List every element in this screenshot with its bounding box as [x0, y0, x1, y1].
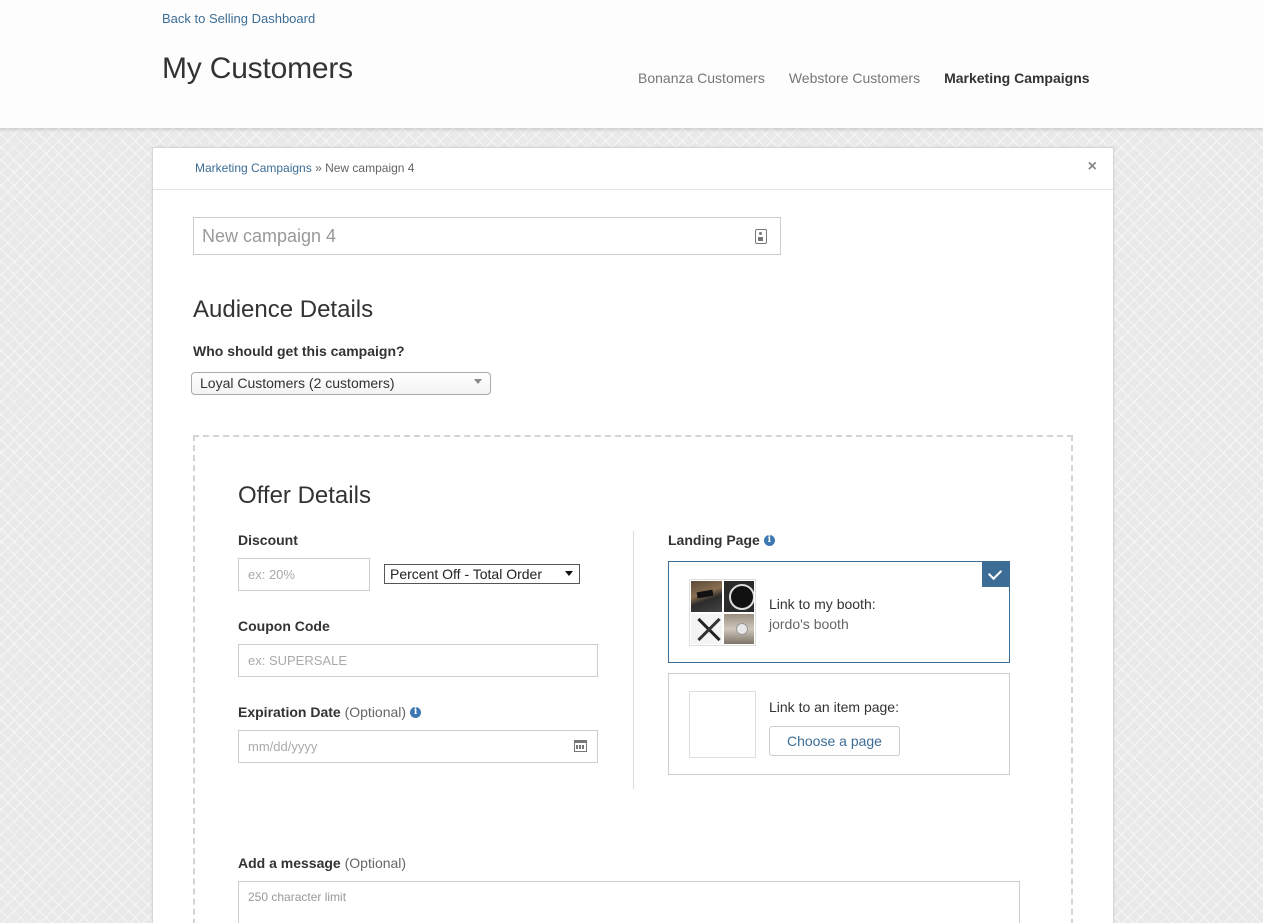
discount-placeholder: ex: 20% [248, 567, 295, 582]
contact-card-icon [755, 229, 767, 244]
back-to-dashboard-link[interactable]: Back to Selling Dashboard [162, 11, 315, 26]
audience-select[interactable]: Loyal Customers (2 customers) [191, 372, 491, 395]
audience-heading: Audience Details [193, 296, 374, 323]
coupon-code-label: Coupon Code [238, 618, 330, 634]
message-label-text: Add a message [238, 855, 341, 871]
booth-option-name: jordo's booth [769, 616, 849, 632]
column-divider [633, 531, 634, 789]
close-icon[interactable]: × [1088, 158, 1097, 176]
panel-header: Marketing Campaigns » New campaign 4 × [153, 148, 1113, 190]
audience-question: Who should get this campaign? [193, 343, 405, 359]
landing-option-booth[interactable]: Link to my booth: jordo's booth [668, 561, 1010, 663]
audience-selected-value: Loyal Customers (2 customers) [200, 375, 395, 391]
expiration-date-input[interactable]: mm/dd/yyyy [238, 730, 598, 763]
booth-thumbnail [691, 613, 722, 644]
calendar-icon[interactable] [574, 740, 587, 752]
campaign-panel: Marketing Campaigns » New campaign 4 × N… [152, 147, 1114, 923]
landing-page-label-text: Landing Page [668, 532, 760, 548]
nav-marketing-campaigns[interactable]: Marketing Campaigns [944, 70, 1089, 86]
landing-page-label: Landing Page i [668, 532, 775, 548]
info-icon[interactable]: i [410, 707, 422, 718]
check-icon [982, 561, 1010, 587]
top-header: Back to Selling Dashboard My Customers B… [0, 0, 1263, 128]
nav-webstore-customers[interactable]: Webstore Customers [789, 70, 920, 86]
info-icon[interactable]: i [763, 535, 775, 546]
campaign-name-input[interactable]: New campaign 4 [193, 217, 781, 255]
coupon-code-input[interactable]: ex: SUPERSALE [238, 644, 598, 677]
discount-type-value: Percent Off - Total Order [390, 566, 542, 582]
optional-tag: (Optional) [344, 704, 407, 720]
expiration-date-placeholder: mm/dd/yyyy [248, 739, 318, 754]
expiration-date-label: Expiration Date (Optional) i [238, 704, 422, 720]
breadcrumb: Marketing Campaigns » New campaign 4 [195, 161, 414, 175]
item-thumbnail-placeholder [689, 691, 756, 758]
campaign-name-value: New campaign 4 [202, 225, 337, 246]
discount-input[interactable]: ex: 20% [238, 558, 370, 591]
breadcrumb-marketing-campaigns[interactable]: Marketing Campaigns [195, 161, 312, 175]
choose-page-button[interactable]: Choose a page [769, 726, 900, 756]
breadcrumb-current: New campaign 4 [325, 161, 415, 175]
dropdown-arrow-icon [474, 379, 482, 384]
nav-bonanza-customers[interactable]: Bonanza Customers [638, 70, 765, 86]
optional-tag: (Optional) [344, 855, 407, 871]
discount-label: Discount [238, 532, 298, 548]
top-nav: Bonanza Customers Webstore Customers Mar… [638, 70, 1090, 86]
landing-option-item[interactable]: Link to an item page: Choose a page [668, 673, 1010, 775]
booth-thumbnail [691, 581, 722, 612]
message-placeholder: 250 character limit [248, 890, 347, 904]
page-title: My Customers [162, 52, 353, 85]
booth-thumbnail [723, 581, 754, 612]
offer-heading: Offer Details [238, 482, 371, 509]
booth-thumbnail-grid [689, 579, 756, 646]
message-label: Add a message (Optional) [238, 855, 406, 871]
coupon-code-placeholder: ex: SUPERSALE [248, 653, 347, 668]
item-option-title: Link to an item page: [769, 699, 899, 715]
booth-option-title: Link to my booth: [769, 596, 876, 612]
expiration-date-label-text: Expiration Date [238, 704, 341, 720]
discount-type-select[interactable]: Percent Off - Total Order [384, 564, 580, 584]
breadcrumb-separator: » [315, 161, 322, 175]
message-textarea[interactable]: 250 character limit [238, 881, 1020, 923]
booth-thumbnail [723, 613, 754, 644]
dropdown-arrow-icon [565, 571, 573, 576]
